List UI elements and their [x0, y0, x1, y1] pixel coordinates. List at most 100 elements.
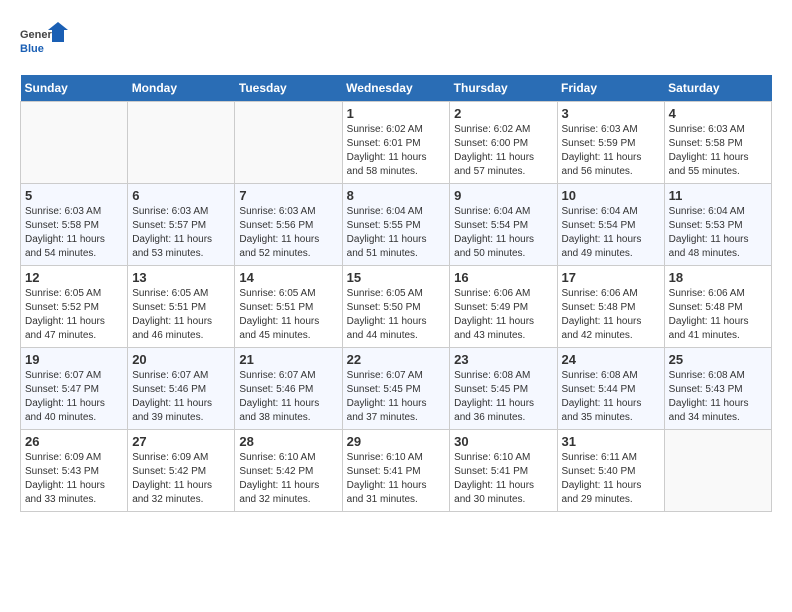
day-info: Sunrise: 6:02 AMSunset: 6:00 PMDaylight:… — [454, 123, 552, 179]
day-header-monday: Monday — [128, 75, 235, 102]
calendar-cell: 9 Sunrise: 6:04 AMSunset: 5:54 PMDaylight… — [450, 184, 557, 266]
calendar-week-4: 19 Sunrise: 6:07 AMSunset: 5:47 PMDayligh… — [21, 348, 772, 430]
day-info: Sunrise: 6:06 AMSunset: 5:48 PMDaylight:… — [562, 287, 660, 343]
calendar-cell — [664, 430, 771, 512]
calendar-cell: 27 Sunrise: 6:09 AMSunset: 5:42 PMDayligh… — [128, 430, 235, 512]
day-number: 25 — [669, 352, 767, 367]
day-number: 12 — [25, 270, 123, 285]
day-info: Sunrise: 6:04 AMSunset: 5:54 PMDaylight:… — [454, 205, 552, 261]
day-info: Sunrise: 6:02 AMSunset: 6:01 PMDaylight:… — [347, 123, 446, 179]
calendar-cell: 14Sunrise: 6:05 AMSunset: 5:51 PMDayligh… — [235, 266, 342, 348]
calendar-cell: 20Sunrise: 6:07 AMSunset: 5:46 PMDayligh… — [128, 348, 235, 430]
day-number: 18 — [669, 270, 767, 285]
days-header-row: SundayMondayTuesdayWednesdayThursdayFrid… — [21, 75, 772, 102]
calendar-cell: 18 Sunrise: 6:06 AMSunset: 5:48 PMDayligh… — [664, 266, 771, 348]
day-number: 11 — [669, 188, 767, 203]
day-header-thursday: Thursday — [450, 75, 557, 102]
calendar-cell: 22 Sunrise: 6:07 AMSunset: 5:45 PMDayligh… — [342, 348, 450, 430]
day-number: 21 — [239, 352, 337, 367]
calendar-cell: 4 Sunrise: 6:03 AMSunset: 5:58 PMDaylight… — [664, 102, 771, 184]
calendar-table: SundayMondayTuesdayWednesdayThursdayFrid… — [20, 75, 772, 512]
calendar-cell: 30 Sunrise: 6:10 AMSunset: 5:41 PMDayligh… — [450, 430, 557, 512]
day-info: Sunrise: 6:05 AMSunset: 5:50 PMDaylight:… — [347, 287, 446, 343]
calendar-cell: 17 Sunrise: 6:06 AMSunset: 5:48 PMDayligh… — [557, 266, 664, 348]
day-number: 5 — [25, 188, 123, 203]
calendar-cell: 11Sunrise: 6:04 AMSunset: 5:53 PMDayligh… — [664, 184, 771, 266]
day-header-wednesday: Wednesday — [342, 75, 450, 102]
day-number: 27 — [132, 434, 230, 449]
day-info: Sunrise: 6:08 AMSunset: 5:45 PMDaylight:… — [454, 369, 552, 425]
calendar-cell: 6Sunrise: 6:03 AMSunset: 5:57 PMDaylight… — [128, 184, 235, 266]
day-number: 22 — [347, 352, 446, 367]
calendar-cell — [128, 102, 235, 184]
day-number: 28 — [239, 434, 337, 449]
calendar-cell: 1Sunrise: 6:02 AMSunset: 6:01 PMDaylight… — [342, 102, 450, 184]
calendar-cell: 16 Sunrise: 6:06 AMSunset: 5:49 PMDayligh… — [450, 266, 557, 348]
day-info: Sunrise: 6:07 AMSunset: 5:46 PMDaylight:… — [239, 369, 337, 425]
calendar-cell — [21, 102, 128, 184]
header: General Blue — [20, 20, 772, 65]
calendar-cell: 10 Sunrise: 6:04 AMSunset: 5:54 PMDayligh… — [557, 184, 664, 266]
day-header-tuesday: Tuesday — [235, 75, 342, 102]
calendar-week-5: 26 Sunrise: 6:09 AMSunset: 5:43 PMDayligh… — [21, 430, 772, 512]
svg-text:Blue: Blue — [20, 43, 44, 55]
day-info: Sunrise: 6:05 AMSunset: 5:51 PMDaylight:… — [132, 287, 230, 343]
day-info: Sunrise: 6:05 AMSunset: 5:51 PMDaylight:… — [239, 287, 337, 343]
day-header-friday: Friday — [557, 75, 664, 102]
day-info: Sunrise: 6:07 AMSunset: 5:45 PMDaylight:… — [347, 369, 446, 425]
calendar-cell: 12 Sunrise: 6:05 AMSunset: 5:52 PMDayligh… — [21, 266, 128, 348]
calendar-cell: 2 Sunrise: 6:02 AMSunset: 6:00 PMDaylight… — [450, 102, 557, 184]
day-info: Sunrise: 6:05 AMSunset: 5:52 PMDaylight:… — [25, 287, 123, 343]
calendar-cell: 15 Sunrise: 6:05 AMSunset: 5:50 PMDayligh… — [342, 266, 450, 348]
calendar-cell: 21 Sunrise: 6:07 AMSunset: 5:46 PMDayligh… — [235, 348, 342, 430]
day-info: Sunrise: 6:09 AMSunset: 5:43 PMDaylight:… — [25, 451, 123, 507]
calendar-cell: 29 Sunrise: 6:10 AMSunset: 5:41 PMDayligh… — [342, 430, 450, 512]
calendar-week-1: 1Sunrise: 6:02 AMSunset: 6:01 PMDaylight… — [21, 102, 772, 184]
day-header-saturday: Saturday — [664, 75, 771, 102]
day-number: 8 — [347, 188, 446, 203]
day-number: 20 — [132, 352, 230, 367]
calendar-week-3: 12 Sunrise: 6:05 AMSunset: 5:52 PMDayligh… — [21, 266, 772, 348]
calendar-cell: 13 Sunrise: 6:05 AMSunset: 5:51 PMDayligh… — [128, 266, 235, 348]
day-info: Sunrise: 6:08 AMSunset: 5:43 PMDaylight:… — [669, 369, 767, 425]
day-number: 4 — [669, 106, 767, 121]
day-info: Sunrise: 6:10 AMSunset: 5:41 PMDaylight:… — [454, 451, 552, 507]
day-info: Sunrise: 6:10 AMSunset: 5:41 PMDaylight:… — [347, 451, 446, 507]
calendar-week-2: 5 Sunrise: 6:03 AMSunset: 5:58 PMDaylight… — [21, 184, 772, 266]
day-number: 19 — [25, 352, 123, 367]
day-number: 31 — [562, 434, 660, 449]
day-info: Sunrise: 6:08 AMSunset: 5:44 PMDaylight:… — [562, 369, 660, 425]
day-number: 24 — [562, 352, 660, 367]
calendar-cell: 8Sunrise: 6:04 AMSunset: 5:55 PMDaylight… — [342, 184, 450, 266]
day-number: 13 — [132, 270, 230, 285]
logo: General Blue — [20, 20, 70, 65]
day-number: 17 — [562, 270, 660, 285]
day-number: 15 — [347, 270, 446, 285]
day-info: Sunrise: 6:03 AMSunset: 5:58 PMDaylight:… — [669, 123, 767, 179]
calendar-cell: 19 Sunrise: 6:07 AMSunset: 5:47 PMDayligh… — [21, 348, 128, 430]
day-header-sunday: Sunday — [21, 75, 128, 102]
day-info: Sunrise: 6:03 AMSunset: 5:58 PMDaylight:… — [25, 205, 123, 261]
day-number: 30 — [454, 434, 552, 449]
day-number: 7 — [239, 188, 337, 203]
calendar-cell: 23Sunrise: 6:08 AMSunset: 5:45 PMDayligh… — [450, 348, 557, 430]
day-number: 10 — [562, 188, 660, 203]
calendar-cell: 24 Sunrise: 6:08 AMSunset: 5:44 PMDayligh… — [557, 348, 664, 430]
day-info: Sunrise: 6:03 AMSunset: 5:56 PMDaylight:… — [239, 205, 337, 261]
day-number: 16 — [454, 270, 552, 285]
day-info: Sunrise: 6:10 AMSunset: 5:42 PMDaylight:… — [239, 451, 337, 507]
day-info: Sunrise: 6:06 AMSunset: 5:48 PMDaylight:… — [669, 287, 767, 343]
calendar-cell: 3 Sunrise: 6:03 AMSunset: 5:59 PMDaylight… — [557, 102, 664, 184]
day-info: Sunrise: 6:04 AMSunset: 5:54 PMDaylight:… — [562, 205, 660, 261]
day-info: Sunrise: 6:03 AMSunset: 5:57 PMDaylight:… — [132, 205, 230, 261]
calendar-cell: 7 Sunrise: 6:03 AMSunset: 5:56 PMDaylight… — [235, 184, 342, 266]
day-info: Sunrise: 6:07 AMSunset: 5:47 PMDaylight:… — [25, 369, 123, 425]
day-number: 2 — [454, 106, 552, 121]
day-info: Sunrise: 6:03 AMSunset: 5:59 PMDaylight:… — [562, 123, 660, 179]
day-info: Sunrise: 6:06 AMSunset: 5:49 PMDaylight:… — [454, 287, 552, 343]
day-number: 26 — [25, 434, 123, 449]
day-number: 3 — [562, 106, 660, 121]
day-number: 29 — [347, 434, 446, 449]
day-number: 9 — [454, 188, 552, 203]
day-info: Sunrise: 6:09 AMSunset: 5:42 PMDaylight:… — [132, 451, 230, 507]
